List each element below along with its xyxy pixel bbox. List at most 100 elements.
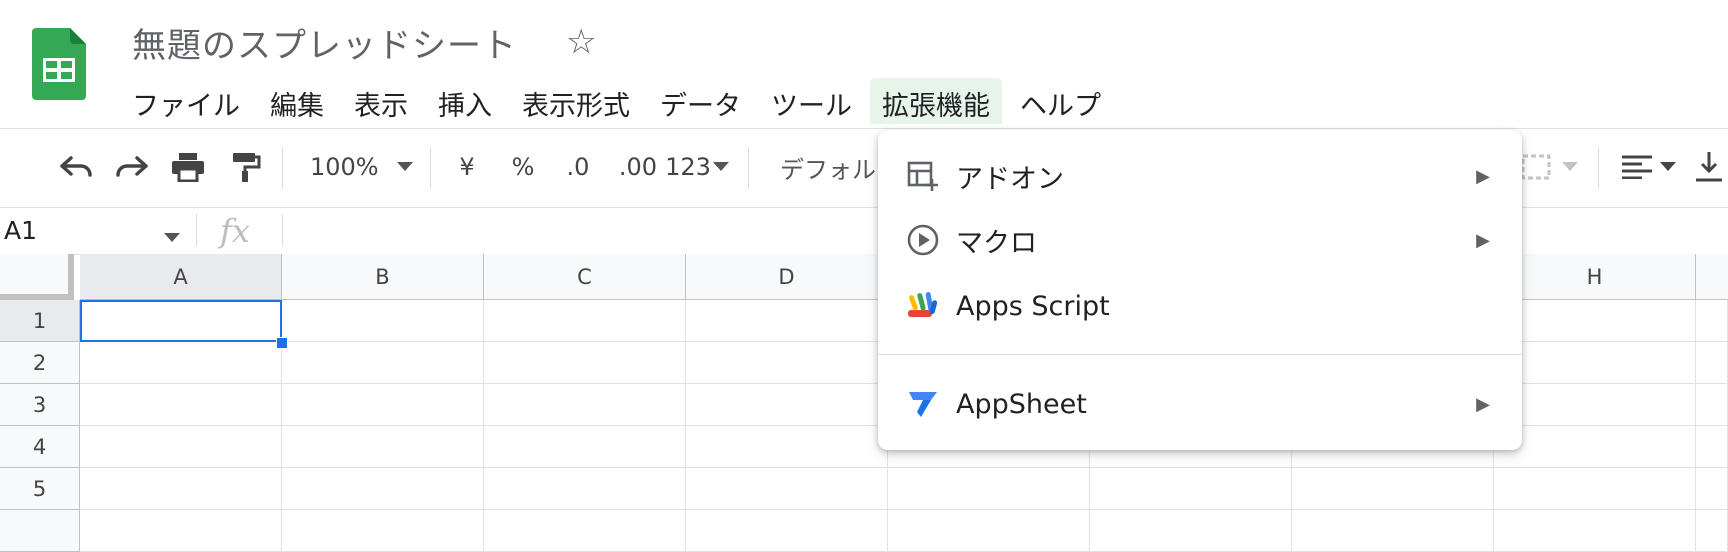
column-header-d[interactable]: D <box>686 254 888 300</box>
cell[interactable] <box>484 468 686 510</box>
currency-format-button[interactable]: ¥ <box>452 147 482 187</box>
cell[interactable] <box>80 468 282 510</box>
select-all-corner[interactable] <box>0 254 74 300</box>
formula-separator <box>196 214 197 246</box>
number-format-select[interactable]: 123 <box>665 147 711 187</box>
cell[interactable] <box>282 510 484 552</box>
toolbar-separator <box>282 147 283 189</box>
star-icon[interactable]: ☆ <box>566 22 596 62</box>
decrease-decimal-button[interactable]: .0 <box>558 147 598 187</box>
document-title[interactable]: 無題のスプレッドシート <box>132 18 517 67</box>
cell[interactable] <box>1696 300 1728 342</box>
cell[interactable] <box>282 468 484 510</box>
cell[interactable] <box>282 426 484 468</box>
toolbar-separator <box>430 147 431 189</box>
cell[interactable] <box>1494 384 1696 426</box>
cell[interactable] <box>888 468 1090 510</box>
row-header-2[interactable]: 2 <box>0 342 80 384</box>
cell[interactable] <box>80 510 282 552</box>
column-header-h[interactable]: H <box>1494 254 1696 300</box>
cell[interactable] <box>80 342 282 384</box>
column-header-i[interactable]: I <box>1696 254 1728 300</box>
cell[interactable] <box>1696 384 1728 426</box>
column-header-b[interactable]: B <box>282 254 484 300</box>
cell[interactable] <box>1494 342 1696 384</box>
extensions-dropdown-menu: アドオン ▶ マクロ ▶ Apps Script AppSheet ▶ <box>878 130 1522 450</box>
cell[interactable] <box>1696 468 1728 510</box>
menu-item-apps-script[interactable]: Apps Script <box>878 276 1522 336</box>
menu-bar: ファイル 編集 表示 挿入 表示形式 データ ツール 拡張機能 ヘルプ <box>120 78 1119 124</box>
cell[interactable] <box>686 510 888 552</box>
horizontal-align-icon[interactable] <box>1620 147 1654 187</box>
redo-icon[interactable] <box>112 147 152 187</box>
cell[interactable] <box>1292 510 1494 552</box>
cell[interactable] <box>1292 468 1494 510</box>
cell[interactable] <box>686 342 888 384</box>
cell[interactable] <box>484 342 686 384</box>
cell[interactable] <box>686 426 888 468</box>
row-header-4[interactable]: 4 <box>0 426 80 468</box>
cell[interactable] <box>686 300 888 342</box>
column-header-c[interactable]: C <box>484 254 686 300</box>
column-header-a[interactable]: A <box>80 254 282 300</box>
sheets-logo-icon[interactable] <box>32 28 86 100</box>
menu-view[interactable]: 表示 <box>342 78 420 124</box>
cell[interactable] <box>1696 510 1728 552</box>
zoom-chevron-icon[interactable] <box>394 147 416 187</box>
cell[interactable] <box>1494 468 1696 510</box>
menu-item-appsheet[interactable]: AppSheet ▶ <box>878 374 1522 434</box>
toolbar-separator <box>1598 147 1599 189</box>
menu-item-macros[interactable]: マクロ ▶ <box>878 210 1522 270</box>
cell[interactable] <box>484 426 686 468</box>
fill-handle[interactable] <box>276 337 288 349</box>
paint-format-icon[interactable] <box>226 147 266 187</box>
merge-cells-icon[interactable] <box>1518 147 1554 187</box>
cell[interactable] <box>888 510 1090 552</box>
cell[interactable] <box>484 384 686 426</box>
cell[interactable] <box>1494 300 1696 342</box>
cell[interactable] <box>80 426 282 468</box>
print-icon[interactable] <box>168 147 208 187</box>
row-header-6[interactable]: 6 <box>0 510 80 552</box>
font-family-select[interactable]: デフォル <box>780 147 880 187</box>
menu-insert[interactable]: 挿入 <box>426 78 504 124</box>
merge-cells-chevron-icon[interactable] <box>1560 147 1580 187</box>
cell[interactable] <box>484 300 686 342</box>
menu-file[interactable]: ファイル <box>120 78 252 124</box>
menu-data[interactable]: データ <box>648 78 753 124</box>
percent-format-button[interactable]: % <box>508 147 538 187</box>
active-cell-a1[interactable] <box>80 300 282 342</box>
cell[interactable] <box>282 384 484 426</box>
menu-extensions[interactable]: 拡張機能 <box>870 78 1002 124</box>
horizontal-align-chevron-icon[interactable] <box>1658 147 1678 187</box>
cell[interactable] <box>484 510 686 552</box>
undo-icon[interactable] <box>56 147 96 187</box>
cell[interactable] <box>282 342 484 384</box>
cell[interactable] <box>1494 510 1696 552</box>
menu-item-addons[interactable]: アドオン ▶ <box>878 146 1522 206</box>
cell[interactable] <box>80 384 282 426</box>
zoom-select[interactable]: 100% <box>310 147 379 187</box>
macro-play-icon <box>906 223 940 257</box>
cell[interactable] <box>1696 342 1728 384</box>
cell[interactable] <box>686 384 888 426</box>
name-box[interactable]: A1 <box>4 216 37 245</box>
increase-decimal-button[interactable]: .00 <box>612 147 664 187</box>
menu-format[interactable]: 表示形式 <box>510 78 642 124</box>
row-header-1[interactable]: 1 <box>0 300 80 342</box>
cell[interactable] <box>686 468 888 510</box>
number-format-chevron-icon[interactable] <box>712 147 730 187</box>
menu-edit[interactable]: 編集 <box>258 78 336 124</box>
row-header-3[interactable]: 3 <box>0 384 80 426</box>
cell[interactable] <box>1494 426 1696 468</box>
menu-help[interactable]: ヘルプ <box>1008 78 1113 124</box>
menu-tools[interactable]: ツール <box>759 78 864 124</box>
decrease-decimal-label: .0 <box>566 153 590 181</box>
name-box-chevron-icon[interactable] <box>164 228 180 247</box>
cell[interactable] <box>282 300 484 342</box>
cell[interactable] <box>1090 468 1292 510</box>
cell[interactable] <box>1696 426 1728 468</box>
vertical-align-icon[interactable] <box>1694 147 1724 187</box>
row-header-5[interactable]: 5 <box>0 468 80 510</box>
cell[interactable] <box>1090 510 1292 552</box>
